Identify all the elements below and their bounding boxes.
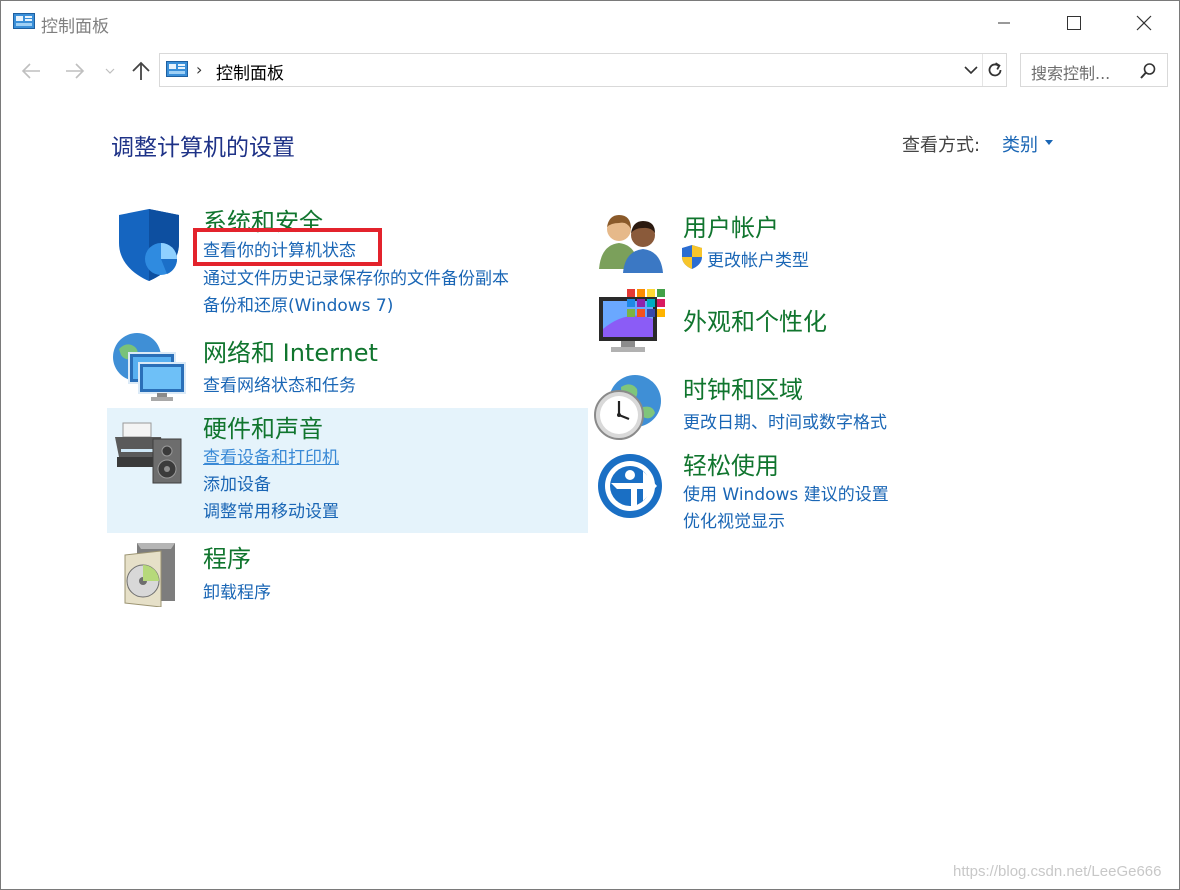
title-bar: 控制面板 <box>1 1 1179 45</box>
link-change-account-type[interactable]: 更改帐户类型 <box>707 246 809 271</box>
view-by-dropdown[interactable]: 类别 <box>1002 131 1038 157</box>
close-button[interactable] <box>1121 1 1167 45</box>
category-title-hardware-sound[interactable]: 硬件和声音 <box>203 409 323 444</box>
address-bar[interactable]: › 控制面板 <box>159 53 1007 87</box>
breadcrumb-separator[interactable]: › <box>196 60 202 79</box>
chevron-down-icon <box>964 66 978 74</box>
uac-shield-icon <box>681 245 703 273</box>
caret-down-icon <box>1045 140 1053 145</box>
forward-button[interactable] <box>61 55 89 87</box>
category-title-clock-region[interactable]: 时钟和区域 <box>683 370 803 405</box>
users-icon <box>597 211 665 277</box>
shield-icon <box>115 209 183 285</box>
link-backup-restore[interactable]: 备份和还原(Windows 7) <box>203 291 393 316</box>
clock-globe-icon <box>593 373 665 447</box>
watermark: https://blog.csdn.net/LeeGe666 <box>953 863 1162 880</box>
category-title-programs[interactable]: 程序 <box>203 539 251 574</box>
search-input[interactable]: 搜索控制... <box>1020 53 1168 87</box>
recent-locations-button[interactable] <box>103 55 117 87</box>
up-button[interactable] <box>129 55 153 87</box>
link-mobility-settings[interactable]: 调整常用移动设置 <box>203 497 339 522</box>
link-file-history-backup[interactable]: 通过文件历史记录保存你的文件备份副本 <box>203 264 509 289</box>
programs-icon <box>121 541 181 611</box>
control-panel-window: 控制面板 › 控制面板 搜索控制... 调整计算机的设置 查看方式: 类别 系统… <box>0 0 1180 890</box>
minimize-button[interactable] <box>981 1 1027 45</box>
red-highlight-box <box>193 228 382 266</box>
appearance-icon <box>597 289 667 361</box>
link-uninstall-program[interactable]: 卸载程序 <box>203 578 271 603</box>
back-arrow-icon <box>21 63 40 79</box>
category-title-user-accounts[interactable]: 用户帐户 <box>683 208 779 243</box>
network-globe-icon <box>111 331 187 407</box>
link-network-status[interactable]: 查看网络状态和任务 <box>203 371 356 396</box>
link-optimize-visual-display[interactable]: 优化视觉显示 <box>683 507 785 532</box>
search-placeholder: 搜索控制... <box>1031 64 1111 83</box>
forward-arrow-icon <box>66 63 85 79</box>
address-dropdown-button[interactable] <box>960 54 982 86</box>
window-title: 控制面板 <box>41 17 109 37</box>
page-title: 调整计算机的设置 <box>111 135 295 161</box>
link-change-date-time[interactable]: 更改日期、时间或数字格式 <box>683 408 887 433</box>
control-panel-icon <box>166 61 188 79</box>
printer-speaker-icon <box>113 419 185 491</box>
ease-of-access-icon <box>597 453 663 523</box>
back-button[interactable] <box>17 55 45 87</box>
up-arrow-icon <box>132 61 150 80</box>
category-title-ease-of-access[interactable]: 轻松使用 <box>683 446 779 481</box>
chevron-down-icon <box>105 68 115 74</box>
view-by-label: 查看方式: <box>902 135 981 156</box>
search-icon[interactable] <box>1139 62 1157 84</box>
link-add-device[interactable]: 添加设备 <box>203 470 271 495</box>
control-panel-icon <box>13 13 35 31</box>
refresh-button[interactable] <box>982 54 1007 86</box>
link-devices-printers[interactable]: 查看设备和打印机 <box>203 443 339 468</box>
maximize-button[interactable] <box>1051 1 1097 45</box>
category-title-appearance[interactable]: 外观和个性化 <box>683 302 827 337</box>
category-title-network-internet[interactable]: 网络和 Internet <box>203 333 378 368</box>
refresh-icon <box>988 62 1002 77</box>
link-windows-recommended-settings[interactable]: 使用 Windows 建议的设置 <box>683 480 889 505</box>
breadcrumb-control-panel[interactable]: 控制面板 <box>216 59 284 84</box>
